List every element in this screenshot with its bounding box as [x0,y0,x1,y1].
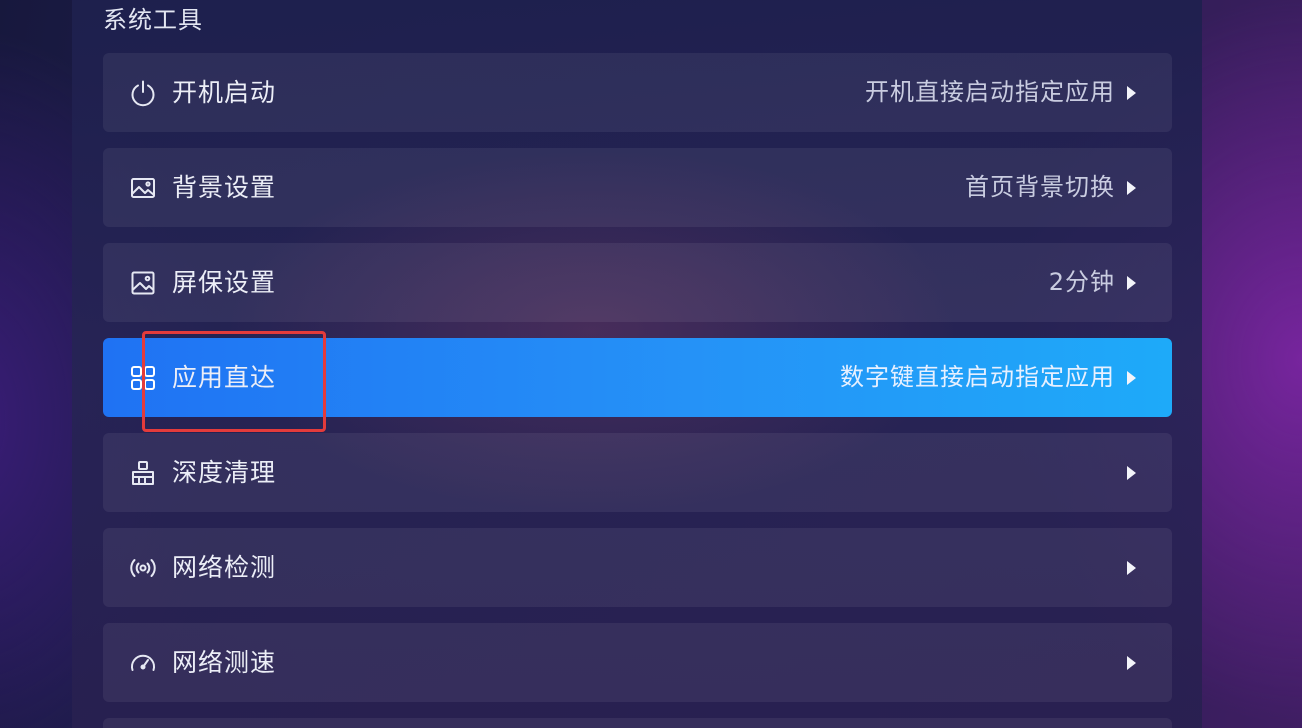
settings-item-label: 网络测速 [172,648,277,677]
settings-item-label: 背景设置 [172,173,277,202]
chevron-right-icon [1127,656,1136,670]
chevron-right-icon [1127,371,1136,385]
image-icon [129,174,157,202]
settings-item-screensaver[interactable]: 屏保设置 2分钟 [103,243,1172,322]
screensaver-icon [129,269,157,297]
settings-item-boot-startup[interactable]: 开机启动 开机直接启动指定应用 [103,53,1172,132]
settings-list: 开机启动 开机直接启动指定应用 背景设置 首页背景切换 屏保设置 2分钟 应用直… [103,53,1172,728]
settings-item-value: 2分钟 [1048,268,1115,296]
settings-item-label: 深度清理 [172,458,277,487]
settings-item-value: 数字键直接启动指定应用 [840,363,1115,391]
chevron-right-icon [1127,276,1136,290]
settings-item-label: 屏保设置 [172,268,277,297]
settings-item-deep-clean[interactable]: 深度清理 [103,433,1172,512]
settings-item-label: 开机启动 [172,78,277,107]
speedometer-icon [129,649,157,677]
chevron-right-icon [1127,466,1136,480]
settings-item-background[interactable]: 背景设置 首页背景切换 [103,148,1172,227]
apps-grid-icon [129,364,157,392]
broom-icon [129,459,157,487]
power-icon [129,79,157,107]
settings-item-value: 首页背景切换 [965,173,1115,201]
settings-item-value: 开机直接启动指定应用 [865,78,1115,106]
section-title: 系统工具 [103,6,203,34]
chevron-right-icon [1127,561,1136,575]
settings-item-speed-test[interactable]: 网络测速 [103,623,1172,702]
chevron-right-icon [1127,181,1136,195]
settings-item-app-shortcut[interactable]: 应用直达 数字键直接启动指定应用 [103,338,1172,417]
settings-item-label: 网络检测 [172,553,277,582]
settings-item-partial[interactable] [103,718,1172,728]
settings-item-network-check[interactable]: 网络检测 [103,528,1172,607]
signal-icon [129,554,157,582]
chevron-right-icon [1127,86,1136,100]
settings-item-label: 应用直达 [172,363,277,392]
